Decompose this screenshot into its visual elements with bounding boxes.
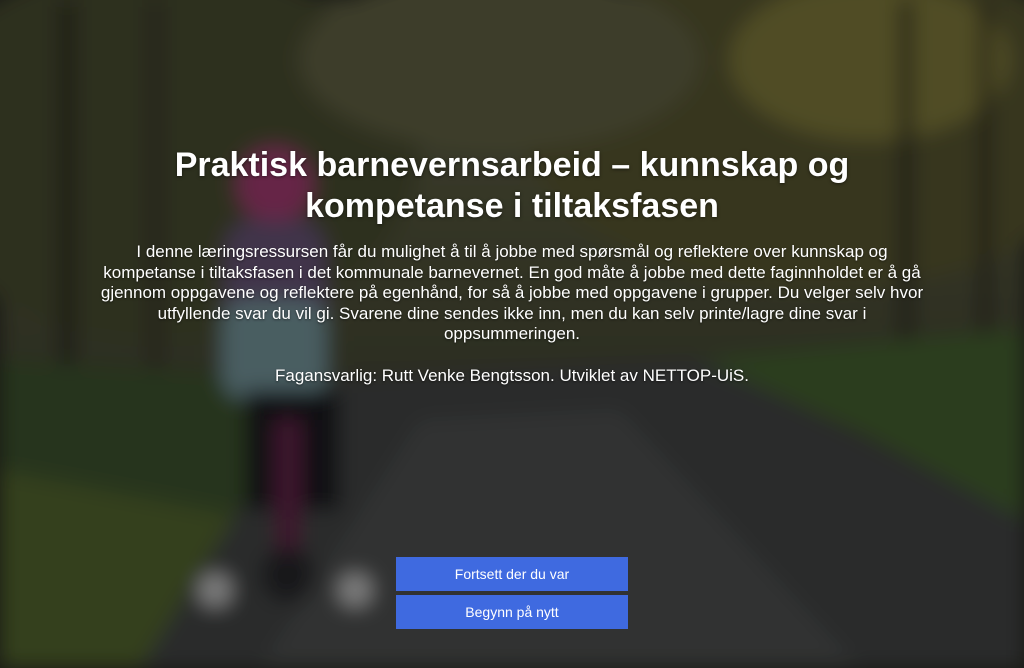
page-title: Praktisk barnevernsarbeid – kunnskap og … (174, 146, 850, 225)
restart-button[interactable]: Begynn på nytt (396, 595, 628, 629)
hero-content: Praktisk barnevernsarbeid – kunnskap og … (0, 0, 1024, 668)
intro-text: I denne læringsressursen får du mulighet… (100, 242, 924, 343)
continue-button[interactable]: Fortsett der du var (396, 557, 628, 591)
hero-section: Praktisk barnevernsarbeid – kunnskap og … (0, 0, 1024, 668)
credits-text: Fagansvarlig: Rutt Venke Bengtsson. Utvi… (275, 366, 749, 385)
